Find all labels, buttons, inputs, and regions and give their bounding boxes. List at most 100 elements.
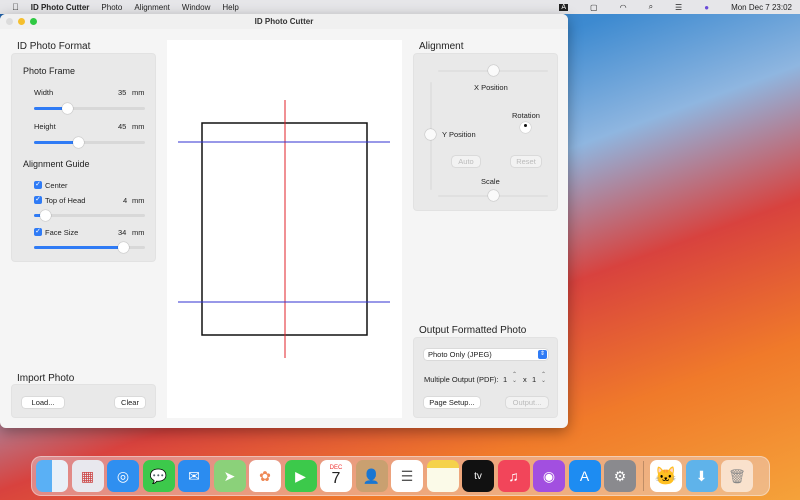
menu-window[interactable]: Window [182,3,210,12]
columns-value: 1 [503,375,508,384]
center-label: Center [45,181,68,190]
menu-help[interactable]: Help [222,3,238,12]
menu-photo[interactable]: Photo [101,3,122,12]
system-preferences-icon[interactable]: ⚙ [604,460,636,492]
title-bar: ID Photo Cutter [0,14,568,29]
dock-separator [642,461,644,491]
apple-tv-icon[interactable]: tv [462,460,494,492]
app-window: ID Photo Cutter ID Photo Format Photo Fr… [0,14,568,428]
import-title: Import Photo [17,373,75,384]
load-button[interactable]: Load... [22,397,64,408]
y-position-slider[interactable] [425,82,436,190]
rows-stepper[interactable]: ⌃ ⌄ [541,372,546,384]
rows-value: 1 [532,375,537,384]
width-label: Width [34,88,54,97]
photo-preview-canvas[interactable] [167,40,402,418]
face-size-value: 34 [118,228,127,237]
face-size-slider[interactable] [34,242,145,253]
menu-alignment[interactable]: Alignment [134,3,170,12]
page-setup-button[interactable]: Page Setup... [424,397,480,408]
width-value: 35 [118,88,127,97]
slider-knob[interactable] [62,103,74,114]
alignment-title: Alignment [419,41,464,52]
menu-bar:  ID Photo Cutter Photo Alignment Window… [0,0,800,14]
input-source-icon[interactable]: A [559,3,569,11]
slider-knob[interactable] [73,137,85,148]
safari-icon[interactable]: ◎ [107,460,139,492]
close-button[interactable] [6,18,13,25]
reminders-icon[interactable]: ☰ [391,460,423,492]
slider-knob[interactable] [117,242,129,253]
slider-knob[interactable] [488,65,499,76]
y-position-label: Y Position [442,130,476,139]
chevron-updown-icon: ⇕ [538,350,547,359]
face-size-checkbox[interactable]: ✓ [34,228,42,236]
height-slider[interactable] [34,137,145,148]
app-store-icon[interactable]: A [568,460,601,492]
top-of-head-unit: mm [132,196,145,205]
menu-app[interactable]: ID Photo Cutter [31,3,90,12]
facetime-icon[interactable]: ▶ [284,460,317,492]
auto-button[interactable]: Auto [452,156,480,167]
photo-frame-title: Photo Frame [23,66,76,76]
reset-button[interactable]: Reset [511,156,541,167]
photos-icon[interactable]: ✿ [249,460,281,492]
output-format-value: Photo Only (JPEG) [428,350,492,359]
output-title: Output Formatted Photo [419,325,527,336]
siri-icon[interactable]: ● [704,3,709,12]
output-button[interactable]: Output... [506,397,548,408]
center-checkbox[interactable]: ✓ [34,181,42,189]
rotation-label: Rotation [512,111,540,120]
multiple-output-label: Multiple Output (PDF): [424,375,499,384]
scale-label: Scale [481,177,500,186]
top-of-head-label: Top of Head [45,196,86,205]
calendar-icon[interactable]: DEC 7 [320,460,352,492]
rotation-knob[interactable] [520,122,531,133]
slider-knob[interactable] [488,190,499,201]
output-format-select[interactable]: Photo Only (JPEG) ⇕ [424,349,548,360]
music-icon[interactable]: ♫ [497,460,530,492]
mail-icon[interactable]: ✉ [178,460,210,492]
control-center-icon[interactable]: ☰ [675,3,682,12]
window-title: ID Photo Cutter [254,17,314,26]
notes-icon[interactable] [426,460,459,492]
top-of-head-checkbox[interactable]: ✓ [34,196,42,204]
face-size-label: Face Size [45,228,79,237]
podcasts-icon[interactable]: ◉ [533,460,565,492]
format-title: ID Photo Format [17,41,91,52]
columns-stepper[interactable]: ⌃ ⌄ [512,372,517,384]
search-icon[interactable]: ⌕ [649,2,653,12]
slider-knob[interactable] [425,129,436,140]
alignment-guide-title: Alignment Guide [23,159,90,169]
id-photo-cutter-icon[interactable]: 🐱 [650,460,682,492]
alignment-panel: X Position Y Position Rotation Auto Rese… [413,53,558,211]
width-slider[interactable] [34,103,145,114]
import-panel: Load... Clear [11,384,156,418]
times-label: x [523,375,527,384]
zoom-button[interactable] [30,18,37,25]
slider-knob[interactable] [40,210,52,221]
minimize-button[interactable] [18,18,25,25]
downloads-folder-icon[interactable]: ⬇ [685,460,718,492]
screen-mirroring-icon[interactable]: ▢ [590,3,598,12]
x-position-slider[interactable] [438,65,548,76]
contacts-icon[interactable]: 👤 [355,460,388,492]
finder-icon[interactable] [36,460,68,492]
height-label: Height [34,122,56,131]
maps-icon[interactable]: ➤ [213,460,246,492]
x-position-label: X Position [474,83,508,92]
apple-menu-icon[interactable]:  [12,2,19,12]
calendar-day: 7 [331,470,341,487]
output-panel: Photo Only (JPEG) ⇕ Multiple Output (PDF)… [413,337,558,418]
messages-icon[interactable]: 💬 [142,460,175,492]
top-of-head-slider[interactable] [34,210,145,221]
wifi-icon[interactable]: ◠ [620,3,627,12]
clear-button[interactable]: Clear [115,397,145,408]
height-value: 45 [118,122,127,131]
top-of-head-value: 4 [123,196,128,205]
width-unit: mm [132,88,145,97]
scale-slider[interactable] [438,190,548,201]
launchpad-icon[interactable]: ▦ [71,460,104,492]
trash-icon[interactable]: 🗑 [721,460,753,492]
clock[interactable]: Mon Dec 7 23:02 [731,3,792,12]
